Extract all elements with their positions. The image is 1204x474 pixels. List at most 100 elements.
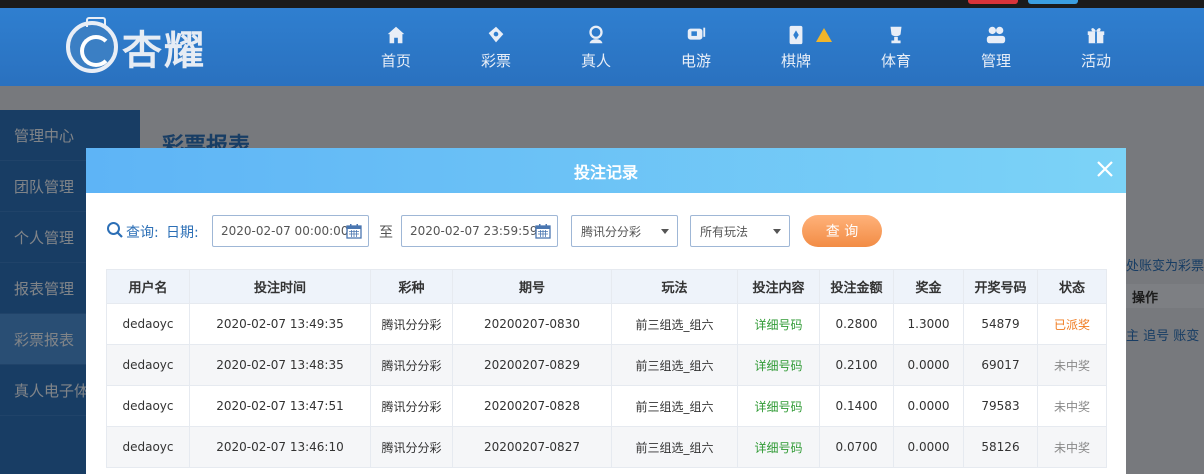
cell-draw: 69017 bbox=[963, 344, 1038, 386]
query-button[interactable]: 查 询 bbox=[802, 215, 882, 247]
nav-label: 电游 bbox=[680, 51, 711, 70]
table-header-row: 用户名 投注时间 彩种 期号 玩法 投注内容 投注金额 奖金 开奖号码 状态 bbox=[106, 269, 1107, 304]
cell-lottery: 腾讯分分彩 bbox=[370, 344, 453, 386]
end-date-value: 2020-02-07 23:59:59 bbox=[410, 224, 538, 238]
to-label: 至 bbox=[379, 225, 393, 241]
top-bar bbox=[0, 0, 1204, 8]
start-date-value: 2020-02-07 00:00:00 bbox=[221, 224, 349, 238]
lottery-select-value: 腾讯分分彩 bbox=[581, 224, 642, 239]
bet-records-table: 用户名 投注时间 彩种 期号 玩法 投注内容 投注金额 奖金 开奖号码 状态 d… bbox=[106, 269, 1107, 468]
cell-bonus: 0.0000 bbox=[893, 344, 964, 386]
arcade-icon bbox=[687, 27, 706, 40]
header: 杏耀 首页 彩票 真人 电游 棋牌 体育 管理 活动 bbox=[0, 8, 1204, 86]
status-badge: 未中奖 bbox=[1037, 344, 1107, 386]
cell-time: 2020-02-07 13:48:35 bbox=[189, 344, 371, 386]
bet-records-modal: 投注记录 查询: 日期: 2020-02-07 00:00:00 至 2020-… bbox=[86, 148, 1126, 474]
column-header-amount: 投注金额 bbox=[819, 269, 894, 304]
nav-item-sports[interactable]: 体育 bbox=[846, 8, 946, 86]
cell-issue: 20200207-0829 bbox=[452, 344, 612, 386]
cell-draw: 58126 bbox=[963, 426, 1038, 468]
status-badge: 已派奖 bbox=[1037, 303, 1107, 345]
modal-header: 投注记录 bbox=[86, 148, 1126, 193]
start-date-input[interactable]: 2020-02-07 00:00:00 bbox=[212, 215, 369, 247]
cell-bonus: 0.0000 bbox=[893, 426, 964, 468]
users-icon bbox=[986, 26, 1006, 43]
query-label: 查询: bbox=[126, 225, 159, 241]
top-blue-button[interactable] bbox=[1028, 0, 1078, 4]
column-header-time: 投注时间 bbox=[189, 269, 371, 304]
calendar-icon[interactable] bbox=[346, 223, 362, 239]
cell-play: 前三组选_组六 bbox=[611, 303, 738, 345]
date-label: 日期: bbox=[166, 225, 199, 241]
home-icon bbox=[387, 26, 405, 43]
cell-user: dedaoyc bbox=[106, 344, 190, 386]
column-header-issue: 期号 bbox=[452, 269, 612, 304]
logo-text: 杏耀 bbox=[122, 28, 206, 74]
detail-numbers-link[interactable]: 详细号码 bbox=[737, 426, 820, 468]
column-header-status: 状态 bbox=[1037, 269, 1107, 304]
cell-bonus: 1.3000 bbox=[893, 303, 964, 345]
detail-numbers-link[interactable]: 详细号码 bbox=[737, 385, 820, 427]
cell-bonus: 0.0000 bbox=[893, 385, 964, 427]
cell-issue: 20200207-0827 bbox=[452, 426, 612, 468]
column-header-bonus: 奖金 bbox=[893, 269, 964, 304]
cell-user: dedaoyc bbox=[106, 303, 190, 345]
table-row: dedaoyc 2020-02-07 13:46:10 腾讯分分彩 202002… bbox=[106, 426, 1107, 468]
nav-label: 活动 bbox=[1080, 51, 1111, 70]
top-red-button[interactable] bbox=[968, 0, 1018, 4]
play-select[interactable]: 所有玩法 bbox=[690, 215, 790, 247]
nav-label: 首页 bbox=[380, 51, 411, 70]
main-nav: 首页 彩票 真人 电游 棋牌 体育 管理 活动 bbox=[346, 8, 1146, 86]
cell-play: 前三组选_组六 bbox=[611, 426, 738, 468]
play-select-value: 所有玩法 bbox=[700, 224, 749, 239]
column-header-user: 用户名 bbox=[106, 269, 190, 304]
detail-numbers-link[interactable]: 详细号码 bbox=[737, 344, 820, 386]
cell-amount: 0.1400 bbox=[819, 385, 894, 427]
nav-item-cards[interactable]: 棋牌 bbox=[746, 8, 846, 86]
nav-label: 管理 bbox=[980, 51, 1011, 70]
nav-item-lottery[interactable]: 彩票 bbox=[446, 8, 546, 86]
filter-bar: 查询: 日期: 2020-02-07 00:00:00 至 2020-02-07… bbox=[106, 215, 1106, 247]
cell-time: 2020-02-07 13:47:51 bbox=[189, 385, 371, 427]
cell-issue: 20200207-0828 bbox=[452, 385, 612, 427]
gift-icon bbox=[1087, 27, 1105, 43]
cell-lottery: 腾讯分分彩 bbox=[370, 426, 453, 468]
calendar-icon[interactable] bbox=[535, 223, 551, 239]
nav-item-events[interactable]: 活动 bbox=[1046, 8, 1146, 86]
status-badge: 未中奖 bbox=[1037, 385, 1107, 427]
detail-numbers-link[interactable]: 详细号码 bbox=[737, 303, 820, 345]
nav-item-arcade[interactable]: 电游 bbox=[646, 8, 746, 86]
cell-lottery: 腾讯分分彩 bbox=[370, 385, 453, 427]
end-date-input[interactable]: 2020-02-07 23:59:59 bbox=[401, 215, 558, 247]
cell-amount: 0.0700 bbox=[819, 426, 894, 468]
hot-badge-icon bbox=[816, 28, 832, 42]
cell-amount: 0.2100 bbox=[819, 344, 894, 386]
nav-label: 真人 bbox=[580, 51, 611, 70]
lottery-select[interactable]: 腾讯分分彩 bbox=[571, 215, 678, 247]
cell-issue: 20200207-0830 bbox=[452, 303, 612, 345]
cell-time: 2020-02-07 13:49:35 bbox=[189, 303, 371, 345]
logo[interactable]: 杏耀 bbox=[66, 16, 206, 78]
search-icon bbox=[107, 222, 123, 238]
column-header-lottery: 彩种 bbox=[370, 269, 453, 304]
lottery-icon bbox=[488, 26, 504, 42]
table-row: dedaoyc 2020-02-07 13:47:51 腾讯分分彩 202002… bbox=[106, 385, 1107, 427]
close-icon[interactable] bbox=[1094, 158, 1116, 180]
nav-item-home[interactable]: 首页 bbox=[346, 8, 446, 86]
table-row: dedaoyc 2020-02-07 13:48:35 腾讯分分彩 202002… bbox=[106, 344, 1107, 386]
column-header-content: 投注内容 bbox=[737, 269, 820, 304]
chevron-down-icon bbox=[773, 229, 781, 234]
cell-time: 2020-02-07 13:46:10 bbox=[189, 426, 371, 468]
nav-item-live[interactable]: 真人 bbox=[546, 8, 646, 86]
column-header-play: 玩法 bbox=[611, 269, 738, 304]
card-game-icon bbox=[789, 25, 803, 44]
nav-label: 棋牌 bbox=[780, 51, 811, 70]
cell-user: dedaoyc bbox=[106, 426, 190, 468]
column-header-draw: 开奖号码 bbox=[963, 269, 1038, 304]
cell-amount: 0.2800 bbox=[819, 303, 894, 345]
cell-user: dedaoyc bbox=[106, 385, 190, 427]
live-casino-icon bbox=[589, 25, 603, 43]
nav-item-manage[interactable]: 管理 bbox=[946, 8, 1046, 86]
nav-label: 彩票 bbox=[480, 51, 511, 70]
cell-draw: 79583 bbox=[963, 385, 1038, 427]
